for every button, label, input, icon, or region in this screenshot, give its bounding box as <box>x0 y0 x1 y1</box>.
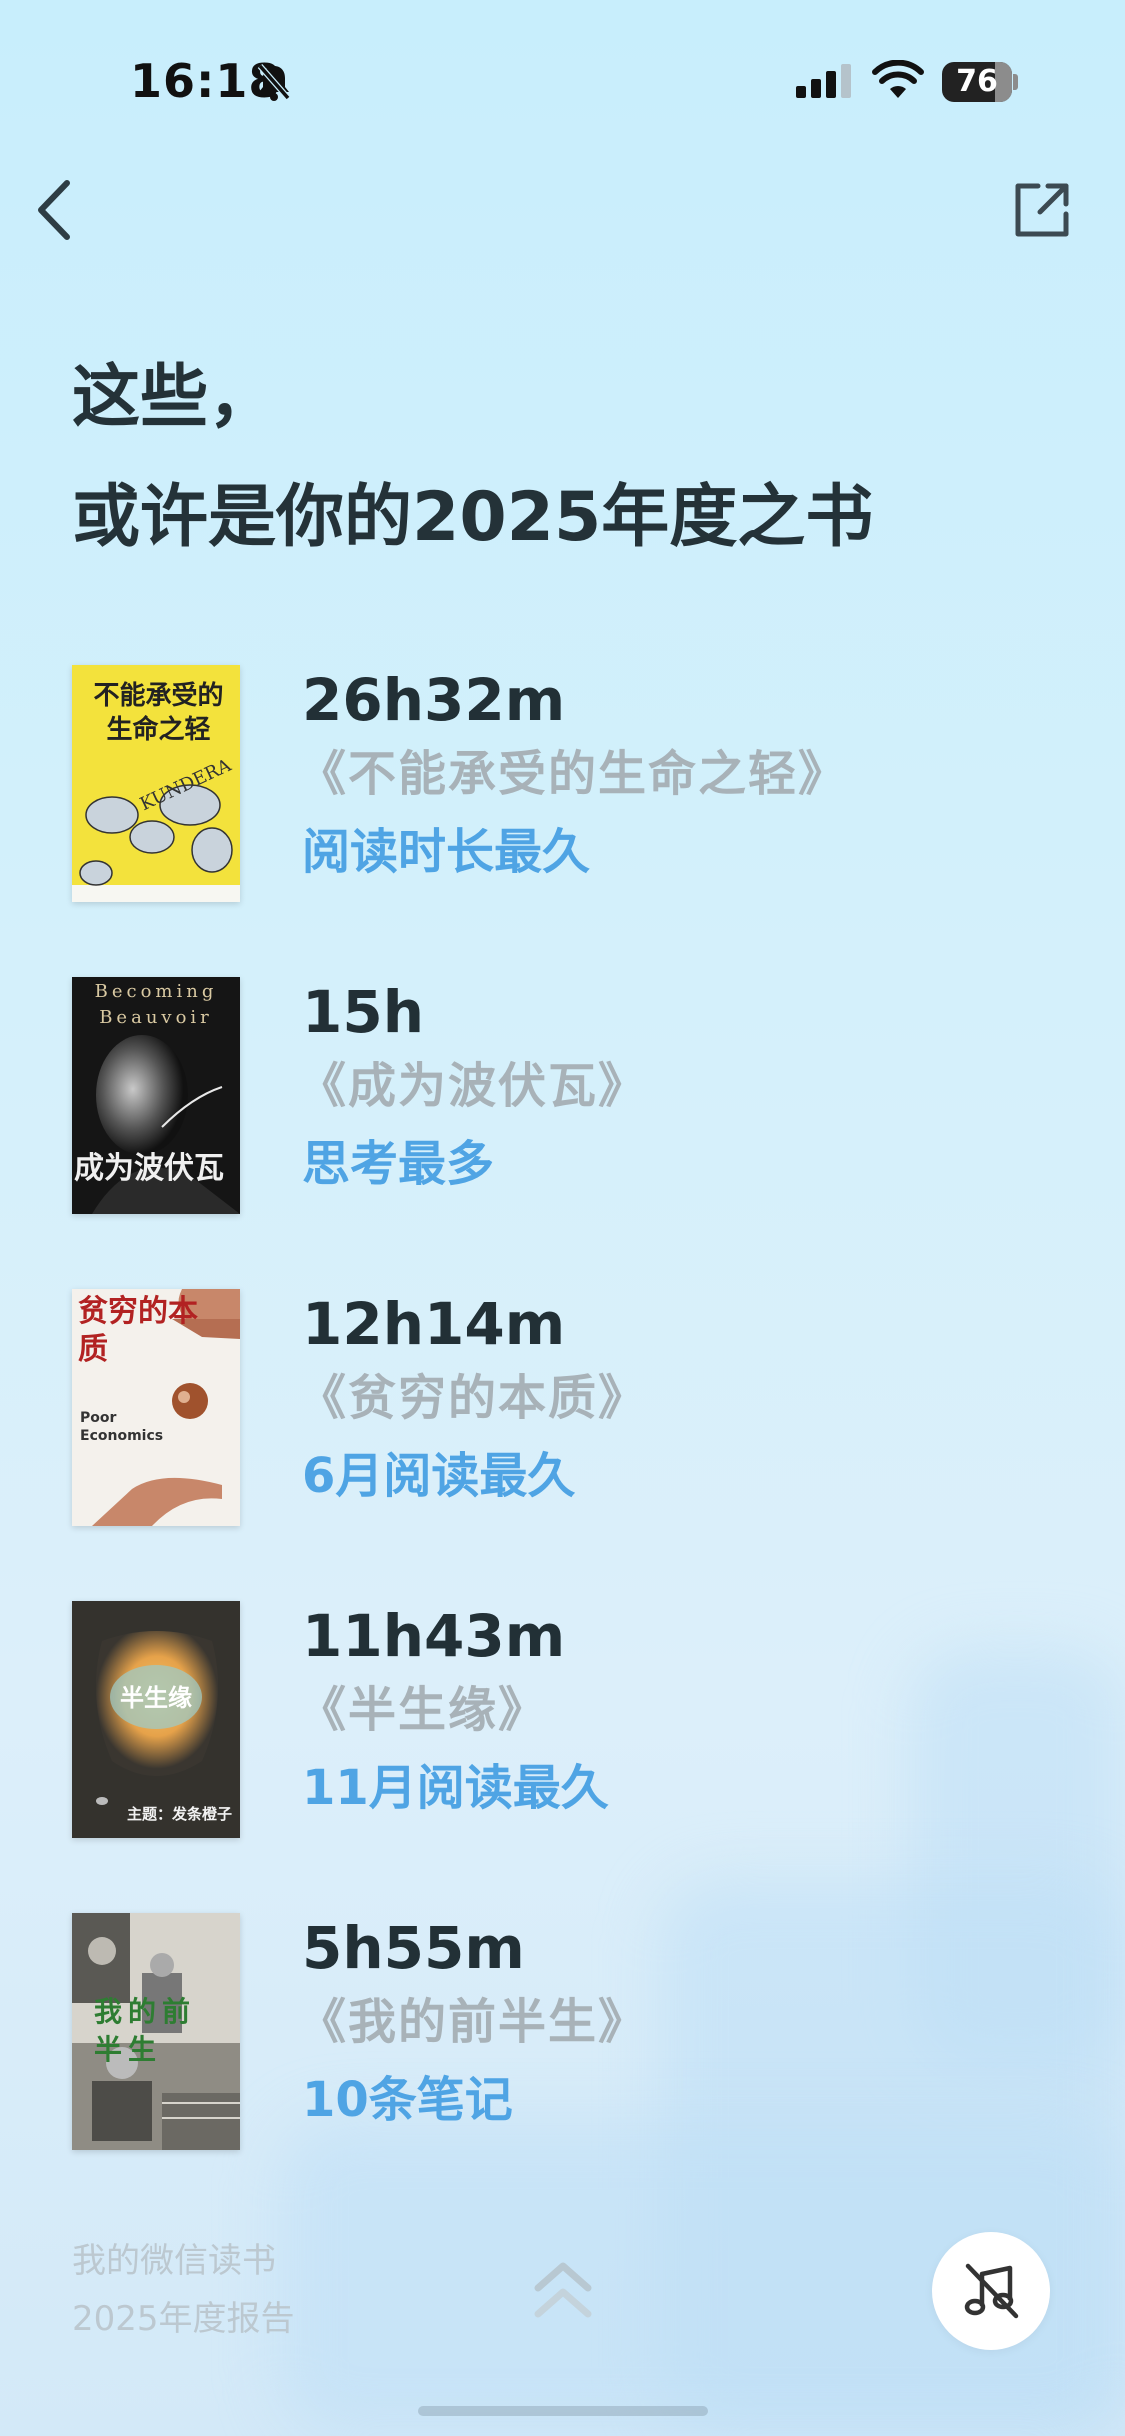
book-title: 《不能承受的生命之轻》 <box>298 746 849 802</box>
book-title: 《半生缘》 <box>298 1682 549 1738</box>
swipe-up-button[interactable] <box>532 2258 594 2324</box>
book-cover: 半生缘 主题：发条橙子 <box>72 1601 240 1838</box>
page-title-line-2: 或许是你的2025年度之书 <box>72 478 874 557</box>
book-caption: 思考最多 <box>302 1136 495 1192</box>
book-item[interactable]: 我的前半生 5h55m 《我的前半生》 10条笔记 <box>72 1908 1072 2150</box>
book-cover: KUNDERA 不能承受的生命之轻 <box>72 665 240 902</box>
book-title: 《贫穷的本质》 <box>298 1370 649 1426</box>
share-external-icon <box>1015 183 1069 237</box>
report-label: 我的微信读书 2025年度报告 <box>72 2232 295 2348</box>
book-title: 《我的前半生》 <box>298 1994 649 2050</box>
report-label-line-1: 我的微信读书 <box>72 2241 276 2281</box>
book-caption: 11月阅读最久 <box>302 1760 609 1816</box>
cover-title: 成为波伏瓦 <box>74 1151 224 1186</box>
music-toggle-button[interactable] <box>932 2232 1050 2350</box>
book-metric: 26h32m <box>302 666 566 734</box>
battery-icon: 76 <box>942 62 1018 102</box>
book-metric: 11h43m <box>302 1602 566 1670</box>
book-cover: 贫穷的本质 Poor Economics <box>72 1289 240 1526</box>
book-caption: 10条笔记 <box>302 2072 513 2128</box>
book-caption: 6月阅读最久 <box>302 1448 576 1504</box>
book-metric: 5h55m <box>302 1914 525 1982</box>
book-item[interactable]: 贫穷的本质 Poor Economics 12h14m 《贫穷的本质》 6月阅读… <box>72 1284 1072 1526</box>
cover-subtext: Poor Economics <box>80 1410 164 1444</box>
book-cover: 我的前半生 <box>72 1913 240 2150</box>
book-metric: 15h <box>302 978 425 1046</box>
cover-title: 贫穷的本质 <box>78 1294 198 1367</box>
signal-icon <box>796 64 852 102</box>
bell-muted-icon <box>256 62 292 106</box>
page-title-line-1: 这些， <box>72 358 277 437</box>
book-item[interactable]: KUNDERA 不能承受的生命之轻 26h32m 《不能承受的生命之轻》 阅读时… <box>72 660 1072 902</box>
chevron-left-icon <box>38 180 70 240</box>
share-button[interactable] <box>1004 172 1080 248</box>
cover-title: 我的前半生 <box>94 1995 197 2066</box>
music-off-icon <box>964 2263 1019 2319</box>
book-caption: 阅读时长最久 <box>302 824 591 880</box>
back-button[interactable] <box>20 170 90 250</box>
battery-level: 76 <box>956 64 998 99</box>
book-title: 《成为波伏瓦》 <box>298 1058 649 1114</box>
book-metric: 12h14m <box>302 1290 566 1358</box>
report-label-line-2: 2025年度报告 <box>72 2299 295 2339</box>
cover-title: 半生缘 <box>120 1684 192 1712</box>
wifi-icon <box>872 59 924 104</box>
page-title: 这些， 或许是你的2025年度之书 <box>72 338 873 578</box>
cover-subtext: Becoming Beauvoir <box>94 981 218 1028</box>
home-indicator <box>418 2406 708 2416</box>
double-chevron-up-icon <box>534 2262 592 2318</box>
cover-title: 不能承受的生命之轻 <box>93 681 224 745</box>
book-item[interactable]: 半生缘 主题：发条橙子 11h43m 《半生缘》 11月阅读最久 <box>72 1596 1072 1838</box>
book-item[interactable]: Becoming Beauvoir 成为波伏瓦 15h 《成为波伏瓦》 思考最多 <box>72 972 1072 1214</box>
status-bar: 16:18 76 <box>0 0 1125 160</box>
book-cover: Becoming Beauvoir 成为波伏瓦 <box>72 977 240 1214</box>
cover-subtext: 主题：发条橙子 <box>126 1805 232 1823</box>
